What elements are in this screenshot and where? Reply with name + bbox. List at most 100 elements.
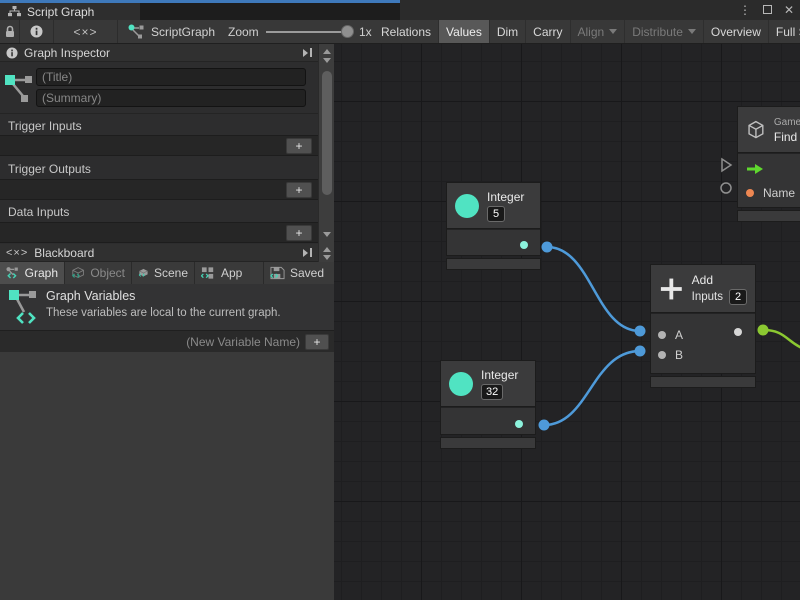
- blackboard-toggle-button[interactable]: <×>: [54, 20, 118, 43]
- node-add[interactable]: Add Inputs 2 A B: [651, 265, 755, 387]
- graph-inspector-title: Graph Inspector: [24, 46, 110, 60]
- dock-pin-icon[interactable]: [303, 248, 312, 257]
- tab-graph-variables[interactable]: Graph: [0, 262, 64, 284]
- scroll-down-icon[interactable]: [323, 58, 331, 63]
- graph-breadcrumb[interactable]: ScriptGraph: [128, 20, 215, 43]
- side-panel: Graph Inspector Trigger Inputs + Trigger…: [0, 44, 334, 600]
- wire-endpoint: [635, 326, 646, 337]
- chevron-down-icon: [609, 29, 617, 34]
- fullscreen-button[interactable]: Full Screen: [769, 20, 800, 43]
- lock-icon: [4, 25, 16, 38]
- tab-title: Script Graph: [27, 5, 94, 19]
- script-graph-window: Script Graph ⋮ ✕ <×> ScriptGraph Zoom: [0, 0, 800, 600]
- graph-variables-info: Graph Variables These variables are loca…: [0, 284, 334, 330]
- scroll-up-icon[interactable]: [323, 49, 331, 54]
- graph-canvas[interactable]: Integer 5 Integer 32: [334, 44, 800, 600]
- carry-button[interactable]: Carry: [526, 20, 570, 43]
- wire-endpoint: [758, 325, 769, 336]
- scroll-up-icon[interactable]: [323, 247, 331, 252]
- trigger-inputs-label: Trigger Inputs: [8, 119, 82, 133]
- zoom-value: 1x: [359, 25, 372, 39]
- add-icon: [659, 276, 684, 302]
- zoom-label: Zoom: [228, 25, 259, 39]
- blackboard-scrollbar: [318, 244, 334, 262]
- relations-button[interactable]: Relations: [374, 20, 439, 43]
- window-close-button[interactable]: ✕: [784, 0, 794, 20]
- trigger-inputs-list: +: [0, 135, 318, 156]
- input-port-b[interactable]: B: [658, 348, 683, 362]
- tab-script-graph[interactable]: Script Graph: [0, 3, 140, 20]
- info-icon: [6, 47, 18, 59]
- graph-variables-heading: Graph Variables: [46, 289, 135, 303]
- chevron-down-icon: [688, 29, 696, 34]
- values-button[interactable]: Values: [439, 20, 490, 43]
- script-graph-icon: [128, 24, 144, 39]
- node-integer-32[interactable]: Integer 32: [441, 361, 535, 448]
- dim-button[interactable]: Dim: [490, 20, 526, 43]
- input-port-name[interactable]: Name: [746, 186, 795, 200]
- output-port[interactable]: [520, 241, 528, 249]
- integer-value-field[interactable]: 32: [481, 384, 503, 400]
- tab-scene-variables[interactable]: Scene: [132, 262, 194, 284]
- saved-variables-icon: [270, 266, 285, 280]
- output-port[interactable]: [734, 328, 742, 336]
- tab-app-variables[interactable]: App: [195, 262, 263, 284]
- trigger-port-indicator-icon: [722, 159, 731, 171]
- add-data-input-button[interactable]: +: [286, 225, 312, 241]
- scrollbar-thumb[interactable]: [322, 71, 332, 195]
- wire-endpoint: [542, 242, 553, 253]
- add-variable-button[interactable]: +: [305, 334, 329, 350]
- distribute-button[interactable]: Distribute: [625, 20, 704, 43]
- wire-integer32-to-add-b: [544, 351, 640, 425]
- wire-endpoint: [539, 420, 550, 431]
- blackboard-title: Blackboard: [34, 246, 94, 260]
- window-titlebar: Script Graph ⋮ ✕: [0, 0, 800, 20]
- tab-saved-variables[interactable]: Saved: [264, 262, 334, 284]
- info-icon: [30, 25, 43, 38]
- value-port-indicator-icon: [721, 183, 731, 193]
- node-footer: [738, 211, 800, 221]
- output-port[interactable]: [515, 420, 523, 428]
- window-menu-button[interactable]: ⋮: [739, 0, 751, 20]
- trigger-outputs-label: Trigger Outputs: [8, 162, 91, 176]
- zoom-slider-handle[interactable]: [341, 25, 354, 38]
- app-variables-icon: [201, 266, 216, 280]
- node-integer-5[interactable]: Integer 5: [447, 183, 540, 269]
- integer-type-icon: [449, 372, 473, 396]
- input-port-a[interactable]: A: [658, 328, 683, 342]
- dock-pin-icon[interactable]: [303, 48, 312, 57]
- scroll-down-icon[interactable]: [323, 255, 331, 260]
- zoom-slider-track[interactable]: [266, 31, 350, 33]
- data-inputs-label: Data Inputs: [8, 205, 69, 219]
- add-trigger-input-button[interactable]: +: [286, 138, 312, 154]
- gameobject-cube-icon: [746, 117, 766, 143]
- new-variable-input[interactable]: [0, 331, 300, 353]
- window-maximize-button[interactable]: [763, 0, 772, 20]
- scroll-down-icon[interactable]: [323, 232, 331, 237]
- graph-summary-input[interactable]: [36, 89, 306, 107]
- node-title: Integer: [487, 190, 524, 204]
- integer-type-icon: [455, 194, 479, 218]
- node-title: Find: [774, 130, 797, 144]
- blackboard-header: <×> Blackboard: [0, 244, 318, 262]
- tab-object-variables[interactable]: Object: [65, 262, 131, 284]
- lock-button[interactable]: [0, 20, 20, 43]
- align-button[interactable]: Align: [571, 20, 626, 43]
- graph-name: ScriptGraph: [151, 25, 215, 39]
- graph-icon: [8, 6, 21, 17]
- graph-inspector-body: Trigger Inputs + Trigger Outputs + Data …: [0, 62, 318, 244]
- node-gameobject-find[interactable]: GameObject Find Name: [738, 107, 800, 221]
- inputs-count-field[interactable]: 2: [729, 289, 747, 305]
- graph-inspector-icon: [4, 68, 34, 108]
- graph-variables-icon: [6, 266, 20, 280]
- graph-inspector-header: Graph Inspector: [0, 44, 318, 62]
- inspector-toggle-button[interactable]: [20, 20, 54, 43]
- divider: [0, 113, 318, 114]
- overview-button[interactable]: Overview: [704, 20, 769, 43]
- new-variable-row: +: [0, 330, 334, 352]
- wire-integer5-to-add-a: [547, 247, 640, 331]
- trigger-arrow-icon[interactable]: [746, 163, 764, 175]
- integer-value-field[interactable]: 5: [487, 206, 505, 222]
- add-trigger-output-button[interactable]: +: [286, 182, 312, 198]
- graph-title-input[interactable]: [36, 68, 306, 86]
